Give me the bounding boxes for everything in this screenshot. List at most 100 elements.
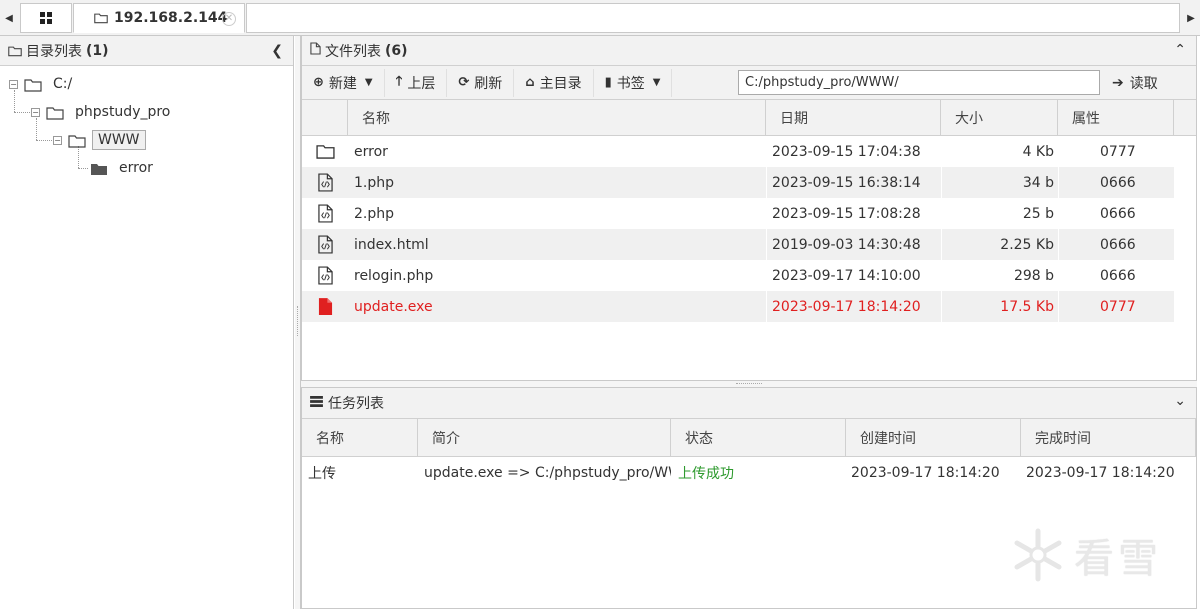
column-separator	[766, 167, 767, 198]
column-separator	[766, 198, 767, 229]
column-separator	[1058, 260, 1059, 291]
file-list-title: 文件列表	[325, 43, 381, 60]
file-row[interactable]: update.exe 2023-09-17 18:14:20 17.5 Kb 0777	[302, 291, 1174, 322]
watermark-text: 看雪	[1074, 536, 1162, 582]
code-file-icon	[314, 229, 336, 260]
tab-host[interactable]: 192.168.2.144 ✕	[73, 3, 245, 33]
header-icon-col	[302, 100, 348, 136]
file-toolbar: ⊕ 新建 ▼ 🡑 上层 ⟳ 刷新 ⌂ 主目录 ▮ 书签 ▼ C:/phpstud…	[302, 66, 1196, 100]
column-header-size[interactable]: 大小	[941, 100, 1058, 136]
tab-scroll-right-icon[interactable]: ▶	[1182, 4, 1200, 32]
column-header-name[interactable]: 名称	[348, 100, 766, 136]
new-button[interactable]: ⊕ 新建 ▼	[302, 68, 385, 97]
task-grid-header: 名称 简介 状态 创建时间 完成时间	[302, 419, 1196, 457]
file-row[interactable]: relogin.php 2023-09-17 14:10:00 298 b 0666	[302, 260, 1174, 291]
folder-filled-icon	[90, 162, 108, 175]
task-finished: 2023-09-17 18:14:20	[1026, 465, 1175, 481]
folder-icon	[314, 136, 336, 167]
column-header-date[interactable]: 日期	[766, 100, 941, 136]
tree-node-www[interactable]: − WWW	[53, 129, 146, 151]
file-name: 1.php	[354, 174, 395, 191]
directory-tree: − C:/ − phpstudy_pro − WWW error	[0, 66, 293, 606]
server-list-icon	[310, 395, 323, 411]
home-button-label: 主目录	[539, 75, 582, 92]
file-name: 2.php	[354, 205, 395, 222]
arrow-right-icon: ➔	[1112, 74, 1124, 91]
column-separator	[1058, 229, 1059, 260]
collapse-node-icon[interactable]: −	[9, 79, 18, 89]
collapse-node-icon[interactable]: −	[31, 107, 40, 117]
refresh-button[interactable]: ⟳ 刷新	[447, 68, 515, 97]
chevron-up-icon[interactable]: ⌃	[1174, 42, 1186, 58]
tab-bar: ◀ 192.168.2.144 ✕ ▶	[0, 0, 1200, 36]
path-input[interactable]	[738, 70, 1100, 95]
column-separator	[766, 136, 767, 167]
folder-icon	[8, 45, 22, 57]
file-row[interactable]: index.html 2019-09-03 14:30:48 2.25 Kb 0666	[302, 229, 1174, 260]
column-header-perm[interactable]: 属性	[1058, 100, 1174, 136]
column-separator	[1058, 136, 1059, 167]
tree-node-error[interactable]: error	[90, 157, 158, 179]
column-separator	[1058, 198, 1059, 229]
tree-node-root[interactable]: − C:/	[9, 73, 77, 95]
column-header-task-name[interactable]: 名称	[302, 419, 418, 457]
home-button[interactable]: ⌂ 主目录	[514, 68, 594, 97]
file-red-icon	[314, 291, 336, 322]
code-file-icon	[314, 260, 336, 291]
task-name: 上传	[308, 466, 336, 482]
tree-node-phpstudy[interactable]: − phpstudy_pro	[31, 101, 175, 123]
code-file-icon	[314, 198, 336, 229]
file-row[interactable]: 1.php 2023-09-15 16:38:14 34 b 0666	[302, 167, 1174, 198]
up-button[interactable]: 🡑 上层	[385, 68, 448, 97]
collapse-node-icon[interactable]: −	[53, 135, 62, 145]
file-permission: 0666	[1100, 267, 1136, 284]
chevron-down-icon[interactable]: ⌄	[1174, 393, 1186, 409]
column-header-status[interactable]: 状态	[671, 419, 846, 457]
file-date: 2023-09-15 16:38:14	[772, 174, 921, 191]
file-name: relogin.php	[354, 267, 434, 284]
close-circle-icon[interactable]: ✕	[222, 12, 236, 26]
file-date: 2023-09-17 14:10:00	[772, 267, 921, 284]
up-button-label: 上层	[407, 75, 436, 92]
tree-node-label[interactable]: C:/	[48, 75, 77, 93]
tab-home-grid[interactable]	[20, 3, 72, 33]
task-row[interactable]: 上传 update.exe => C:/phpstudy_pro/WWW/ 上传…	[302, 457, 1196, 489]
column-header-finished[interactable]: 完成时间	[1021, 419, 1196, 457]
task-created: 2023-09-17 18:14:20	[851, 465, 1000, 481]
file-name: update.exe	[354, 298, 433, 315]
task-status: 上传成功	[678, 466, 734, 482]
tree-node-label[interactable]: error	[114, 159, 158, 177]
directory-count: (1)	[86, 42, 109, 59]
tab-scroll-left-icon[interactable]: ◀	[0, 4, 18, 32]
column-separator	[1058, 291, 1059, 322]
file-date: 2023-09-15 17:04:38	[772, 143, 921, 160]
column-separator	[941, 229, 942, 260]
column-separator	[766, 229, 767, 260]
column-separator	[941, 167, 942, 198]
file-row[interactable]: error 2023-09-15 17:04:38 4 Kb 0777	[302, 136, 1174, 167]
column-header-created[interactable]: 创建时间	[846, 419, 1021, 457]
read-button[interactable]: ➔ 读取	[1112, 70, 1158, 95]
file-size: 17.5 Kb	[1000, 298, 1054, 315]
file-permission: 0666	[1100, 205, 1136, 222]
tree-connector	[36, 140, 54, 141]
file-size: 2.25 Kb	[1000, 236, 1054, 253]
file-size: 34 b	[1022, 174, 1054, 191]
file-row[interactable]: 2.php 2023-09-15 17:08:28 25 b 0666	[302, 198, 1174, 229]
bookmark-button[interactable]: ▮ 书签 ▼	[594, 68, 673, 97]
column-header-desc[interactable]: 简介	[418, 419, 671, 457]
tree-node-label-selected[interactable]: WWW	[92, 130, 146, 150]
collapse-left-icon[interactable]: ❮	[271, 43, 283, 59]
folder-icon	[94, 12, 108, 24]
folder-icon	[68, 134, 86, 148]
file-icon	[310, 42, 321, 59]
file-permission: 0666	[1100, 236, 1136, 253]
caret-down-icon: ▼	[652, 77, 661, 88]
file-size: 4 Kb	[1022, 143, 1054, 160]
tree-node-label[interactable]: phpstudy_pro	[70, 103, 175, 121]
file-list-panel: 文件列表 (6) ⌃ ⊕ 新建 ▼ 🡑 上层 ⟳ 刷新 ⌂ 主目录 ▮ 书签 ▼…	[301, 36, 1197, 381]
file-list-header: 文件列表 (6) ⌃	[302, 36, 1196, 66]
task-list-title: 任务列表	[328, 396, 384, 412]
task-list-header: 任务列表 ⌄	[302, 388, 1196, 419]
bookmark-icon: ▮	[604, 75, 612, 90]
